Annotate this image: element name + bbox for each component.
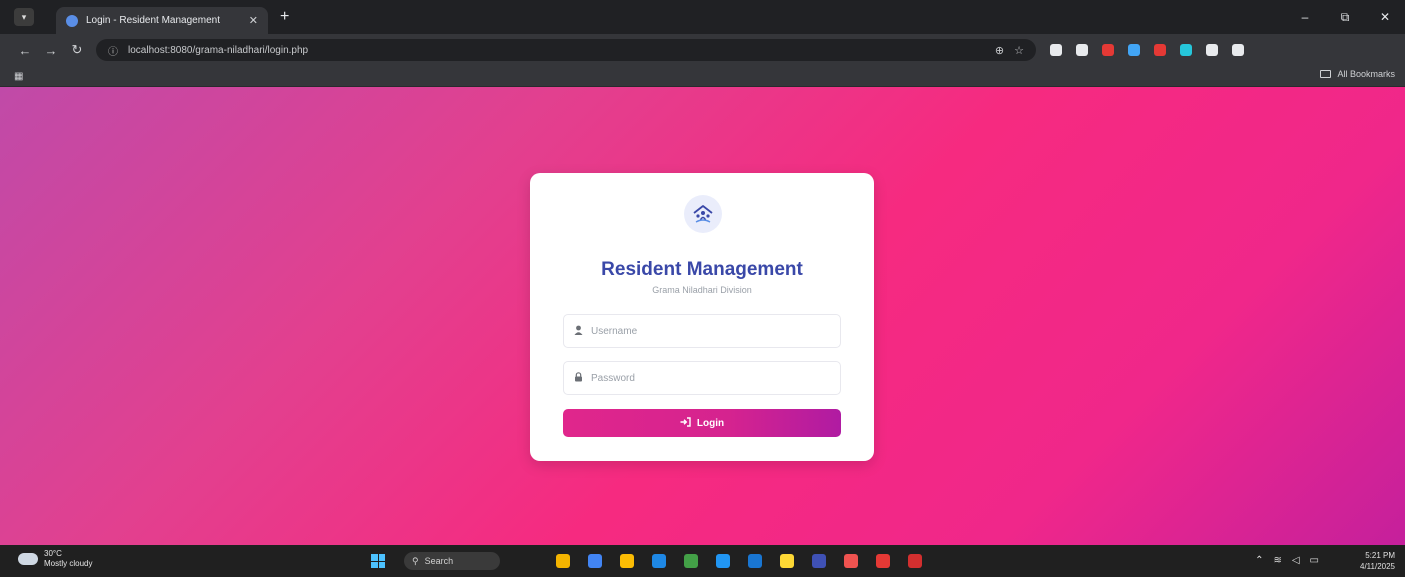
search-label: Search bbox=[424, 556, 454, 566]
reload-button[interactable]: ↻ bbox=[64, 42, 90, 58]
tab-title: Login - Resident Management bbox=[86, 15, 220, 26]
restore-button[interactable]: ⧉ bbox=[1325, 0, 1365, 34]
battery-icon[interactable]: ▭ bbox=[1310, 555, 1319, 566]
extension-icon[interactable] bbox=[1232, 44, 1244, 56]
extension-icon[interactable] bbox=[1180, 44, 1192, 56]
tab-favicon-icon bbox=[66, 14, 78, 27]
logo bbox=[684, 195, 722, 233]
extension-icon[interactable] bbox=[1154, 44, 1166, 56]
sign-in-icon bbox=[680, 416, 691, 430]
username-input[interactable] bbox=[591, 325, 821, 337]
system-tray: ⌃ ≋ ◁ ▭ bbox=[1255, 555, 1319, 566]
login-card: Resident Management Grama Niladhari Divi… bbox=[530, 173, 874, 461]
cloud-icon bbox=[18, 553, 38, 565]
taskbar-app-icon[interactable] bbox=[556, 554, 570, 568]
new-tab-button[interactable]: + bbox=[280, 8, 289, 26]
windows-taskbar: 30°C Mostly cloudy ⚲ Search ⌃ ≋ ◁ ▭ 5:21… bbox=[0, 545, 1405, 577]
taskbar-app-icon[interactable] bbox=[812, 554, 826, 568]
site-info-icon[interactable]: ⓘ bbox=[108, 43, 118, 58]
bookmarks-bar: ▦ All Bookmarks bbox=[0, 66, 1405, 87]
bookmark-star-icon[interactable]: ☆ bbox=[1014, 44, 1024, 57]
back-button[interactable]: ← bbox=[12, 43, 38, 58]
browser-tab-strip: ▾ Login - Resident Management ✕ + – ⧉ ✕ bbox=[0, 0, 1405, 34]
user-icon bbox=[574, 325, 583, 338]
taskbar-app-icon[interactable] bbox=[684, 554, 698, 568]
home-community-icon bbox=[693, 205, 713, 223]
close-window-button[interactable]: ✕ bbox=[1365, 0, 1405, 34]
extension-icon[interactable] bbox=[1128, 44, 1140, 56]
weather-widget[interactable]: 30°C Mostly cloudy bbox=[18, 549, 92, 569]
clock-date: 4/11/2025 bbox=[1360, 562, 1395, 571]
taskbar-clock[interactable]: 5:21 PM 4/11/2025 bbox=[1360, 550, 1395, 572]
extension-icon[interactable] bbox=[1050, 44, 1062, 56]
weather-desc: Mostly cloudy bbox=[44, 559, 93, 568]
taskbar-app-icon[interactable] bbox=[620, 554, 634, 568]
password-input[interactable] bbox=[591, 372, 821, 384]
screen: ▾ Login - Resident Management ✕ + – ⧉ ✕ … bbox=[0, 0, 1405, 577]
weather-temp: 30°C bbox=[44, 549, 62, 558]
volume-icon[interactable]: ◁ bbox=[1292, 555, 1300, 566]
all-bookmarks-button[interactable]: All Bookmarks bbox=[1320, 69, 1395, 79]
login-button-label: Login bbox=[696, 417, 725, 429]
wifi-icon[interactable]: ≋ bbox=[1273, 555, 1281, 566]
apps-grid-icon[interactable]: ▦ bbox=[14, 71, 23, 82]
taskbar-app-icon[interactable] bbox=[716, 554, 730, 568]
taskbar-app-icon[interactable] bbox=[908, 554, 922, 568]
login-button[interactable]: Login bbox=[563, 409, 841, 437]
extension-icon[interactable] bbox=[1076, 44, 1088, 56]
tab-close-icon[interactable]: ✕ bbox=[249, 14, 258, 27]
page-background: Resident Management Grama Niladhari Divi… bbox=[0, 87, 1405, 545]
address-bar[interactable]: ⓘ localhost:8080/grama-niladhari/login.p… bbox=[96, 39, 1036, 61]
taskbar-apps bbox=[556, 554, 922, 568]
lock-icon bbox=[574, 371, 583, 385]
extension-icon[interactable] bbox=[1206, 44, 1218, 56]
taskbar-app-icon[interactable] bbox=[748, 554, 762, 568]
username-field[interactable] bbox=[563, 314, 841, 348]
search-icon: ⚲ bbox=[412, 555, 419, 566]
browser-tab[interactable]: Login - Resident Management ✕ bbox=[56, 7, 268, 34]
browser-toolbar: ← → ↻ ⓘ localhost:8080/grama-niladhari/l… bbox=[0, 34, 1405, 66]
chevron-up-icon[interactable]: ⌃ bbox=[1255, 555, 1263, 566]
url-text[interactable]: localhost:8080/grama-niladhari/login.php bbox=[128, 45, 985, 56]
forward-button[interactable]: → bbox=[38, 43, 64, 58]
app-subtitle: Grama Niladhari Division bbox=[652, 285, 752, 295]
window-controls: – ⧉ ✕ bbox=[1285, 0, 1405, 34]
taskbar-app-icon[interactable] bbox=[876, 554, 890, 568]
folder-icon bbox=[1320, 70, 1332, 78]
clock-time: 5:21 PM bbox=[1365, 551, 1395, 560]
extensions-area bbox=[1050, 44, 1244, 56]
extension-icon[interactable] bbox=[1102, 44, 1114, 56]
taskbar-app-icon[interactable] bbox=[844, 554, 858, 568]
zoom-icon[interactable]: ⊕ bbox=[995, 44, 1004, 57]
taskbar-search[interactable]: ⚲ Search bbox=[404, 552, 500, 570]
minimize-button[interactable]: – bbox=[1285, 0, 1325, 34]
tab-search-button[interactable]: ▾ bbox=[14, 8, 34, 26]
taskbar-app-icon[interactable] bbox=[652, 554, 666, 568]
taskbar-app-icon[interactable] bbox=[588, 554, 602, 568]
app-title: Resident Management bbox=[601, 259, 803, 280]
password-field[interactable] bbox=[563, 361, 841, 395]
windows-start-icon[interactable] bbox=[371, 554, 385, 568]
all-bookmarks-label: All Bookmarks bbox=[1337, 69, 1395, 79]
taskbar-app-icon[interactable] bbox=[780, 554, 794, 568]
